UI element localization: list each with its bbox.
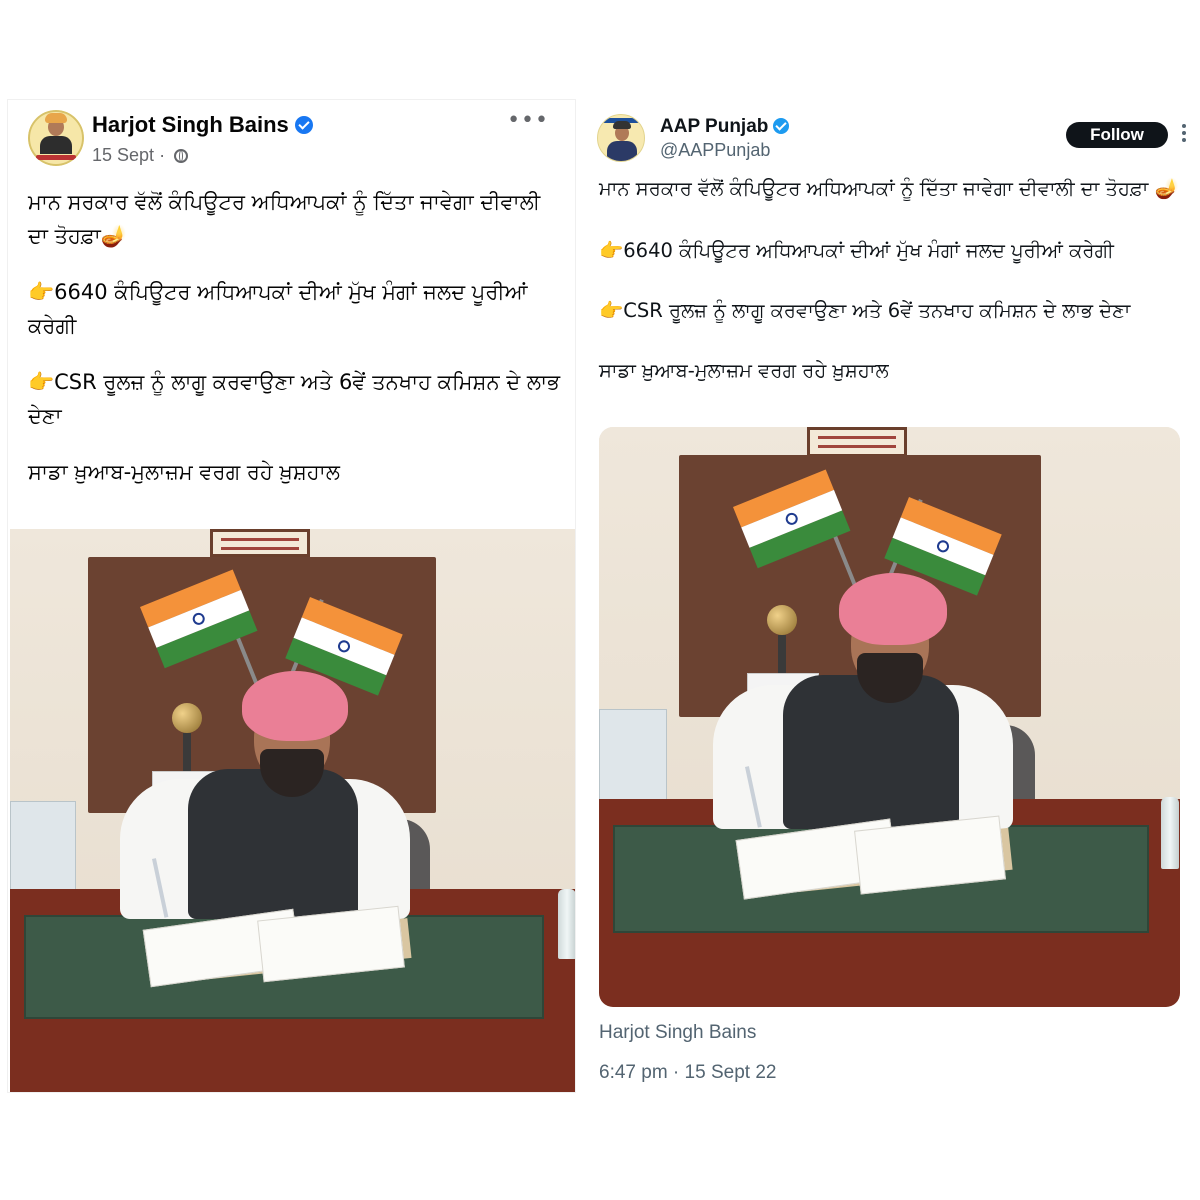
verified-badge-icon: [773, 118, 790, 134]
twitter-post: AAP Punjab @AAPPunjab Follow ਮਾਨ ਸਰਕਾਰ ਵ…: [585, 100, 1190, 1100]
post-text: ਮਾਨ ਸਰਕਾਰ ਵੱਲੋਂ ਕੰਪਿਊਟਰ ਅਧਿਆਪਕਾਂ ਨੂੰ ਦਿੱ…: [28, 185, 563, 511]
post-line: 👉6640 ਕੰਪਿਊਟਰ ਅਧਿਆਪਕਾਂ ਦੀਆਂ ਮੁੱਖ ਮੰਗਾਂ ਜ…: [28, 280, 528, 338]
tweet-line: ਸਾਡਾ ਖ਼ੁਆਬ-ਮੁਲਾਜ਼ਮ ਵਰਗ ਰਹੇ ਖ਼ੁਸ਼ਹਾਲ: [599, 359, 889, 382]
more-options-icon[interactable]: [1181, 124, 1187, 146]
tweet-photo[interactable]: [599, 427, 1180, 1007]
post-line: 👉CSR ਰੂਲਜ਼ ਨੂੰ ਲਾਗੂ ਕਰਵਾਉਣਾ ਅਤੇ 6ਵੇਂ ਤਨਖ…: [28, 370, 560, 428]
tweet-line: 👉CSR ਰੂਲਜ਼ ਨੂੰ ਲਾਗੂ ਕਰਵਾਉਣਾ ਅਤੇ 6ਵੇਂ ਤਨਖ…: [599, 299, 1131, 322]
author-name[interactable]: Harjot Singh Bains: [92, 112, 289, 137]
post-meta: 15 Sept ·: [92, 145, 189, 166]
facebook-post: Harjot Singh Bains 15 Sept · ••• ਮਾਨ ਸਰਕ…: [8, 100, 575, 1092]
tweet-text: ਮਾਨ ਸਰਕਾਰ ਵੱਲੋਂ ਕੰਪਿਊਟਰ ਅਧਿਆਪਕਾਂ ਨੂੰ ਦਿੱ…: [599, 174, 1179, 416]
more-options-icon[interactable]: •••: [507, 108, 549, 133]
post-line: ਮਾਨ ਸਰਕਾਰ ਵੱਲੋਂ ਕੰਪਿਊਟਰ ਅਧਿਆਪਕਾਂ ਨੂੰ ਦਿੱ…: [28, 190, 541, 248]
author-avatar[interactable]: [28, 110, 84, 166]
globe-icon: [174, 149, 189, 163]
photo-caption: Harjot Singh Bains: [599, 1022, 757, 1043]
account-name[interactable]: AAP Punjab: [660, 116, 768, 137]
author-name-row[interactable]: Harjot Singh Bains: [92, 112, 313, 138]
account-avatar[interactable]: [597, 114, 645, 162]
post-photo[interactable]: [10, 529, 575, 1092]
follow-button[interactable]: Follow: [1066, 122, 1168, 148]
meta-separator: ·: [159, 145, 166, 165]
post-date[interactable]: 15 Sept: [92, 145, 154, 165]
tweet-line: ਮਾਨ ਸਰਕਾਰ ਵੱਲੋਂ ਕੰਪਿਊਟਰ ਅਧਿਆਪਕਾਂ ਨੂੰ ਦਿੱ…: [599, 177, 1179, 200]
verified-badge-icon: [294, 116, 313, 134]
tweet-line: 👉6640 ਕੰਪਿਊਟਰ ਅਧਿਆਪਕਾਂ ਦੀਆਂ ਮੁੱਖ ਮੰਗਾਂ ਜ…: [599, 239, 1114, 262]
tweet-timestamp[interactable]: 6:47 pm · 15 Sept 22: [599, 1062, 776, 1084]
post-line: ਸਾਡਾ ਖ਼ੁਆਬ-ਮੁਲਾਜ਼ਮ ਵਰਗ ਰਹੇ ਖ਼ੁਸ਼ਹਾਲ: [28, 460, 340, 484]
account-name-row[interactable]: AAP Punjab: [660, 116, 790, 138]
account-handle[interactable]: @AAPPunjab: [660, 140, 770, 161]
